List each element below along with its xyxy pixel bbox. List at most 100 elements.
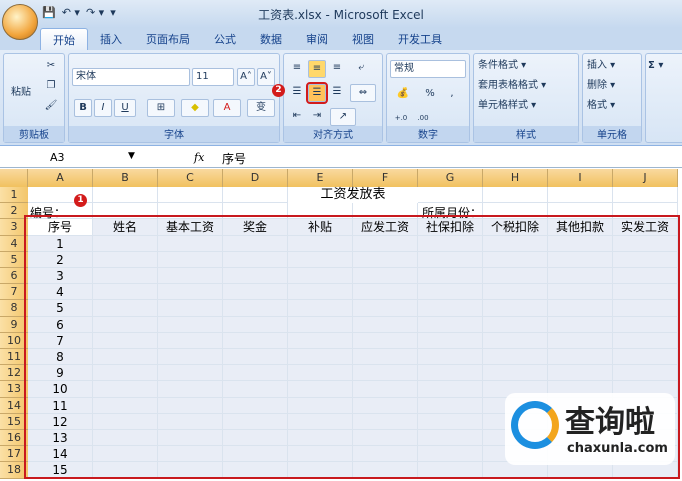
cell-D15[interactable]: [223, 413, 288, 430]
cell-G10[interactable]: [418, 332, 483, 349]
cell-D3[interactable]: 奖金: [223, 219, 288, 236]
cell-B14[interactable]: [93, 397, 158, 414]
cell-F11[interactable]: [353, 349, 418, 366]
cell-D16[interactable]: [223, 430, 288, 447]
row-header-6[interactable]: 6: [0, 268, 28, 285]
cell-A4[interactable]: 1: [28, 235, 93, 252]
column-header-E[interactable]: E: [288, 169, 353, 187]
cell-F2[interactable]: [353, 203, 418, 220]
cell-H8[interactable]: [483, 300, 548, 317]
cell-B17[interactable]: [93, 446, 158, 463]
row-header-18[interactable]: 18: [0, 462, 28, 479]
row-header-5[interactable]: 5: [0, 251, 28, 268]
format-cells-button[interactable]: 格式 ▾: [587, 98, 615, 116]
cell-B1[interactable]: [93, 187, 158, 204]
cell-E14[interactable]: [288, 397, 353, 414]
cell-J9[interactable]: [613, 316, 678, 333]
cell-E7[interactable]: [288, 284, 353, 301]
cell-I6[interactable]: [548, 268, 613, 285]
cell-A18[interactable]: 15: [28, 462, 93, 479]
cell-E9[interactable]: [288, 316, 353, 333]
cell-E13[interactable]: [288, 381, 353, 398]
tab-4[interactable]: 数据: [248, 28, 294, 50]
increase-indent-icon[interactable]: ⇥: [308, 108, 326, 126]
cell-H10[interactable]: [483, 332, 548, 349]
cell-J3[interactable]: 实发工资: [613, 219, 678, 236]
cell-C9[interactable]: [158, 316, 223, 333]
cell-E2[interactable]: [288, 203, 353, 220]
cell-A15[interactable]: 12: [28, 413, 93, 430]
cell-A10[interactable]: 7: [28, 332, 93, 349]
row-header-11[interactable]: 11: [0, 349, 28, 366]
cell-B5[interactable]: [93, 251, 158, 268]
cell-A9[interactable]: 6: [28, 316, 93, 333]
cell-J12[interactable]: [613, 365, 678, 382]
tab-5[interactable]: 审阅: [294, 28, 340, 50]
column-header-F[interactable]: F: [353, 169, 418, 187]
cell-I1[interactable]: [548, 187, 613, 204]
cell-A13[interactable]: 10: [28, 381, 93, 398]
cell-D12[interactable]: [223, 365, 288, 382]
cell-D11[interactable]: [223, 349, 288, 366]
row-header-17[interactable]: 17: [0, 446, 28, 463]
cell-C15[interactable]: [158, 413, 223, 430]
cut-icon[interactable]: ✂: [42, 58, 60, 76]
cell-J1[interactable]: [613, 187, 678, 204]
cell-H9[interactable]: [483, 316, 548, 333]
font-name-select[interactable]: 宋体: [72, 68, 190, 86]
percent-button[interactable]: %: [421, 86, 439, 104]
redo-icon[interactable]: ↷ ▾: [86, 6, 104, 24]
name-box[interactable]: A3: [50, 151, 65, 164]
tab-6[interactable]: 视图: [340, 28, 386, 50]
cell-J5[interactable]: [613, 251, 678, 268]
row-header-4[interactable]: 4: [0, 235, 28, 252]
cell-J4[interactable]: [613, 235, 678, 252]
cell-I7[interactable]: [548, 284, 613, 301]
cell-I11[interactable]: [548, 349, 613, 366]
cell-E16[interactable]: [288, 430, 353, 447]
row-header-10[interactable]: 10: [0, 332, 28, 349]
cell-D18[interactable]: [223, 462, 288, 479]
cell-H7[interactable]: [483, 284, 548, 301]
cell-B13[interactable]: [93, 381, 158, 398]
cell-C14[interactable]: [158, 397, 223, 414]
cell-C11[interactable]: [158, 349, 223, 366]
cell-G18[interactable]: [418, 462, 483, 479]
cell-F12[interactable]: [353, 365, 418, 382]
cell-G3[interactable]: 社保扣除: [418, 219, 483, 236]
row-header-15[interactable]: 15: [0, 413, 28, 430]
cell-I3[interactable]: 其他扣款: [548, 219, 613, 236]
cell-D2[interactable]: [223, 203, 288, 220]
row-header-7[interactable]: 7: [0, 284, 28, 301]
cell-D7[interactable]: [223, 284, 288, 301]
cell-I4[interactable]: [548, 235, 613, 252]
cell-F18[interactable]: [353, 462, 418, 479]
office-button[interactable]: [2, 4, 38, 40]
cell-C16[interactable]: [158, 430, 223, 447]
cell-D5[interactable]: [223, 251, 288, 268]
cell-J11[interactable]: [613, 349, 678, 366]
cell-E15[interactable]: [288, 413, 353, 430]
cell-I2[interactable]: [548, 203, 613, 220]
cell-E5[interactable]: [288, 251, 353, 268]
cell-B10[interactable]: [93, 332, 158, 349]
cell-A16[interactable]: 13: [28, 430, 93, 447]
cell-E3[interactable]: 补贴: [288, 219, 353, 236]
cell-B8[interactable]: [93, 300, 158, 317]
conditional-format-button[interactable]: 条件格式 ▾: [478, 58, 526, 76]
cell-G14[interactable]: [418, 397, 483, 414]
align-middle-icon[interactable]: ≡: [308, 60, 326, 78]
cell-F16[interactable]: [353, 430, 418, 447]
wrap-text-icon[interactable]: ⤶: [352, 60, 370, 78]
customize-qat-icon[interactable]: ▾: [110, 6, 116, 24]
column-header-G[interactable]: G: [418, 169, 483, 187]
paste-button[interactable]: 粘贴: [6, 58, 36, 110]
cell-B2[interactable]: [93, 203, 158, 220]
cell-J8[interactable]: [613, 300, 678, 317]
column-header-C[interactable]: C: [158, 169, 223, 187]
cell-E12[interactable]: [288, 365, 353, 382]
delete-cells-button[interactable]: 删除 ▾: [587, 78, 615, 96]
cell-F7[interactable]: [353, 284, 418, 301]
cell-J2[interactable]: [613, 203, 678, 220]
cell-C3[interactable]: 基本工资: [158, 219, 223, 236]
